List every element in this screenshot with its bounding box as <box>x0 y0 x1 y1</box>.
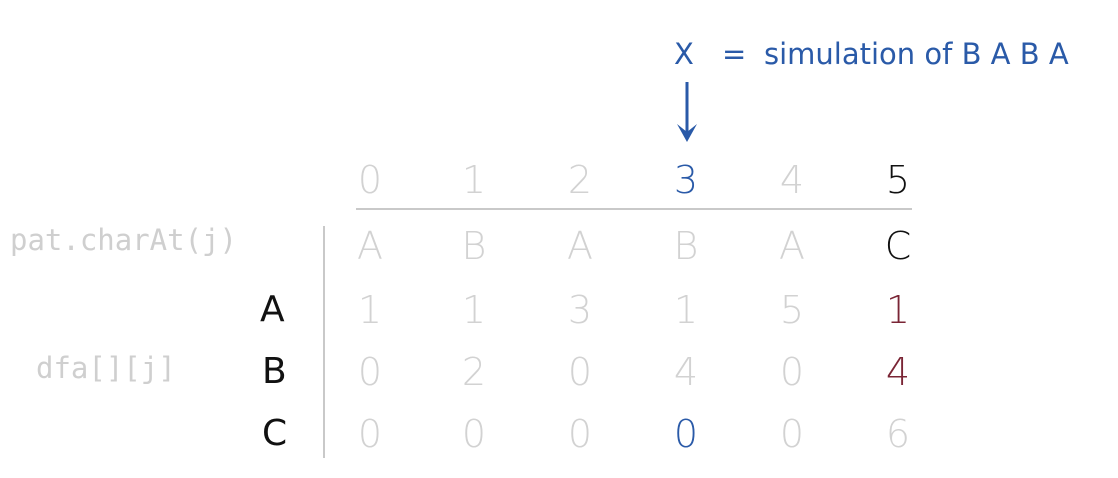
dfa-cell: 4 <box>673 350 699 394</box>
dfa-cell: 1 <box>673 288 699 332</box>
pattern-char: B <box>461 224 487 268</box>
dfa-cell: 0 <box>779 350 805 394</box>
vertical-rule <box>323 226 325 458</box>
down-arrow-icon <box>677 82 697 142</box>
dfa-cell: 3 <box>567 288 593 332</box>
dfa-cell-highlight: 1 <box>885 288 911 332</box>
state-index: 1 <box>461 158 487 202</box>
row-letter-b: B <box>262 351 287 392</box>
header-rule <box>356 208 912 210</box>
dfa-cell: 5 <box>779 288 805 332</box>
dfa-cell: 0 <box>567 350 593 394</box>
x-label: X <box>674 37 694 71</box>
pattern-char: A <box>357 224 383 268</box>
dfa-cell: 0 <box>357 412 383 456</box>
pattern-char: A <box>779 224 805 268</box>
pattern-char: A <box>567 224 593 268</box>
simulation-caption: simulation of B A B A <box>764 37 1069 71</box>
equals-sign: = <box>722 37 747 71</box>
dfa-cell: 6 <box>885 412 911 456</box>
pattern-char-active: C <box>884 224 912 268</box>
dfa-cell: 1 <box>461 288 487 332</box>
state-index: 4 <box>779 158 805 202</box>
state-index-current: 3 <box>673 158 699 202</box>
pattern-row-label: pat.charAt(j) <box>10 223 237 257</box>
dfa-cell: 0 <box>779 412 805 456</box>
dfa-cell: 0 <box>567 412 593 456</box>
dfa-label: dfa[][j] <box>36 351 176 385</box>
row-letter-a: A <box>260 289 285 330</box>
state-index: 0 <box>357 158 383 202</box>
dfa-cell-highlight: 4 <box>885 350 911 394</box>
dfa-cell: 2 <box>461 350 487 394</box>
dfa-cell: 0 <box>461 412 487 456</box>
dfa-cell: 0 <box>357 350 383 394</box>
dfa-cell-current: 0 <box>673 412 699 456</box>
pattern-char: B <box>673 224 699 268</box>
dfa-cell: 1 <box>357 288 383 332</box>
state-index: 2 <box>567 158 593 202</box>
row-letter-c: C <box>262 413 288 454</box>
state-index-active: 5 <box>885 158 911 202</box>
